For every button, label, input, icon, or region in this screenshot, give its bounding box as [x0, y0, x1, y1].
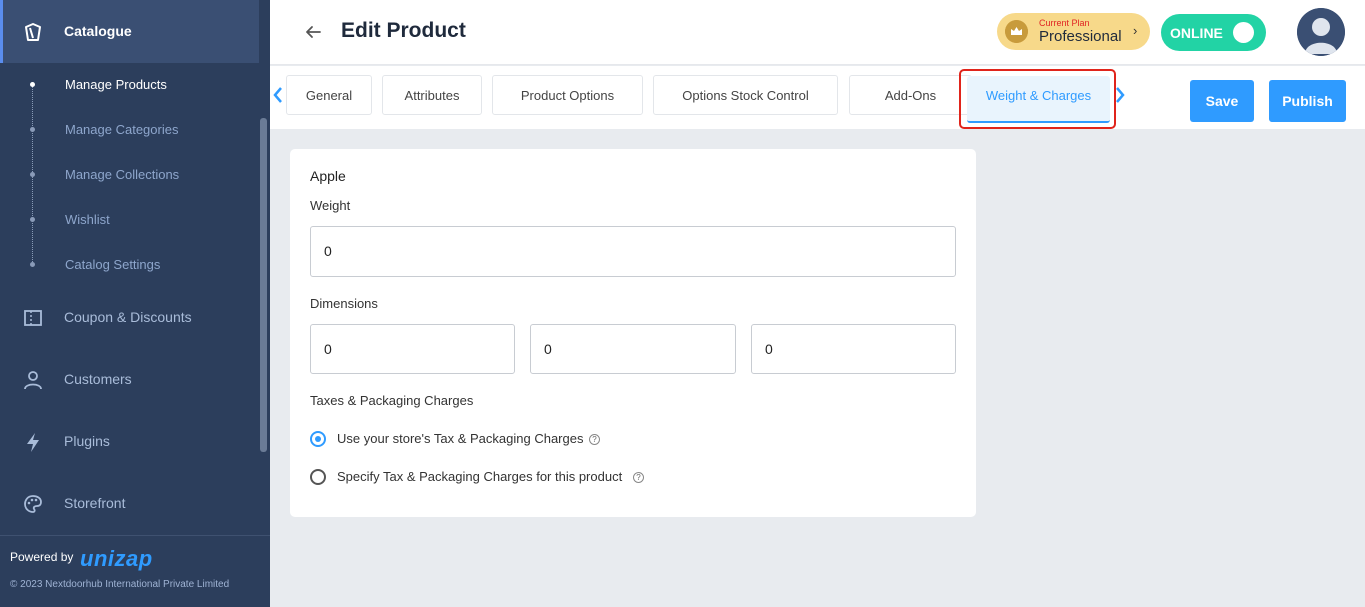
sidebar-item-wishlist[interactable]: Wishlist [0, 205, 259, 235]
save-label: Save [1205, 93, 1239, 109]
weight-label: Weight [310, 198, 351, 213]
sidebar-item-label: Customers [64, 371, 132, 387]
bullet-icon [30, 82, 35, 87]
dimension-length-input[interactable]: 0 [310, 324, 515, 374]
store-tax-radio[interactable] [310, 431, 326, 447]
weight-input[interactable]: 0 [310, 226, 956, 277]
top-header: Edit Product Current Plan Professional ›… [270, 0, 1365, 65]
toggle-knob [1233, 22, 1254, 43]
copyright-text: © 2023 Nextdoorhub International Private… [10, 579, 230, 590]
chevron-right-icon[interactable] [1114, 86, 1126, 104]
sidebar-footer: Powered by unizap © 2023 Nextdoorhub Int… [0, 535, 270, 607]
plan-name: Professional [1039, 28, 1122, 45]
sidebar-item-label: Coupon & Discounts [64, 309, 192, 325]
tab-label: Attributes [404, 88, 460, 103]
sidebar-section-title: Catalogue [64, 23, 132, 39]
product-name: Apple [310, 168, 346, 184]
crown-icon [1005, 20, 1028, 43]
online-status-label: ONLINE [1170, 25, 1223, 41]
chevron-left-icon[interactable] [272, 86, 284, 104]
palette-icon [24, 495, 42, 513]
tab-product-options[interactable]: Product Options [492, 75, 643, 115]
sidebar-item-label: Catalog Settings [65, 257, 161, 272]
bullet-icon [30, 217, 35, 222]
powered-by-label: Powered by [10, 550, 74, 564]
sidebar-item-catalog-settings[interactable]: Catalog Settings [0, 250, 259, 280]
tab-label: Add-Ons [884, 88, 937, 103]
back-arrow-icon[interactable] [304, 23, 322, 41]
product-tax-radio[interactable] [310, 469, 326, 485]
dimension-width-input[interactable]: 0 [530, 324, 736, 374]
publish-label: Publish [1282, 93, 1333, 109]
help-icon[interactable]: ? [589, 434, 600, 445]
avatar[interactable] [1297, 8, 1345, 56]
online-toggle[interactable]: ONLINE [1161, 14, 1266, 51]
catalogue-icon [25, 23, 41, 41]
taxes-packaging-label: Taxes & Packaging Charges [310, 393, 474, 408]
tab-add-ons[interactable]: Add-Ons [849, 75, 972, 115]
chevron-right-icon: › [1133, 23, 1138, 38]
store-tax-option-label: Use your store's Tax & Packaging Charges [337, 431, 584, 446]
sidebar-item-label: Manage Categories [65, 122, 179, 137]
bullet-icon [30, 127, 35, 132]
sidebar-scrollbar[interactable] [260, 118, 267, 452]
user-avatar-icon [1297, 8, 1345, 56]
tab-general[interactable]: General [286, 75, 372, 115]
dimension-value: 0 [324, 341, 332, 357]
tab-options-stock-control[interactable]: Options Stock Control [653, 75, 838, 115]
sidebar-item-coupon-discounts[interactable]: Coupon & Discounts [0, 298, 259, 338]
weight-value: 0 [324, 243, 332, 259]
current-plan-badge[interactable]: Current Plan Professional › [997, 13, 1150, 50]
weight-charges-card: Apple Weight 0 Dimensions 0 0 0 Taxes & … [290, 149, 976, 517]
sidebar-item-catalogue[interactable]: Catalogue [0, 0, 259, 63]
sidebar-item-customers[interactable]: Customers [0, 360, 259, 400]
sidebar-item-label: Plugins [64, 433, 110, 449]
product-tax-option-label: Specify Tax & Packaging Charges for this… [337, 469, 623, 484]
plan-caption: Current Plan [1039, 18, 1090, 28]
help-icon[interactable]: ? [633, 472, 644, 483]
ticket-icon [24, 310, 42, 326]
sidebar-item-label: Manage Collections [65, 167, 180, 182]
active-accent-bar [0, 0, 3, 63]
sidebar-item-label: Manage Products [65, 77, 167, 92]
sidebar-item-manage-categories[interactable]: Manage Categories [0, 115, 259, 145]
dimension-value: 0 [765, 341, 773, 357]
bullet-icon [30, 172, 35, 177]
tab-label: Product Options [520, 88, 615, 103]
brand-logo: unizap [80, 546, 153, 571]
tab-highlight-box [959, 69, 1116, 129]
tab-label: General [305, 88, 353, 103]
dimensions-label: Dimensions [310, 296, 378, 311]
tab-label: Options Stock Control [682, 88, 809, 103]
sidebar-item-label: Wishlist [65, 212, 110, 227]
sidebar-item-manage-collections[interactable]: Manage Collections [0, 160, 259, 190]
tab-attributes[interactable]: Attributes [382, 75, 482, 115]
sidebar-item-manage-products[interactable]: Manage Products [0, 70, 259, 100]
page-title: Edit Product [341, 19, 466, 42]
save-button[interactable]: Save [1190, 80, 1254, 122]
bullet-icon [30, 262, 35, 267]
tab-bar: General Attributes Product Options Optio… [270, 66, 1365, 129]
publish-button[interactable]: Publish [1269, 80, 1346, 122]
sidebar-item-storefront[interactable]: Storefront [0, 484, 259, 524]
sidebar-item-label: Storefront [64, 495, 126, 511]
lightning-icon [27, 433, 39, 452]
dimension-value: 0 [544, 341, 552, 357]
dimension-height-input[interactable]: 0 [751, 324, 956, 374]
sidebar: Catalogue Manage Products Manage Categor… [0, 0, 270, 607]
user-icon [24, 371, 42, 390]
sidebar-item-plugins[interactable]: Plugins [0, 422, 259, 462]
